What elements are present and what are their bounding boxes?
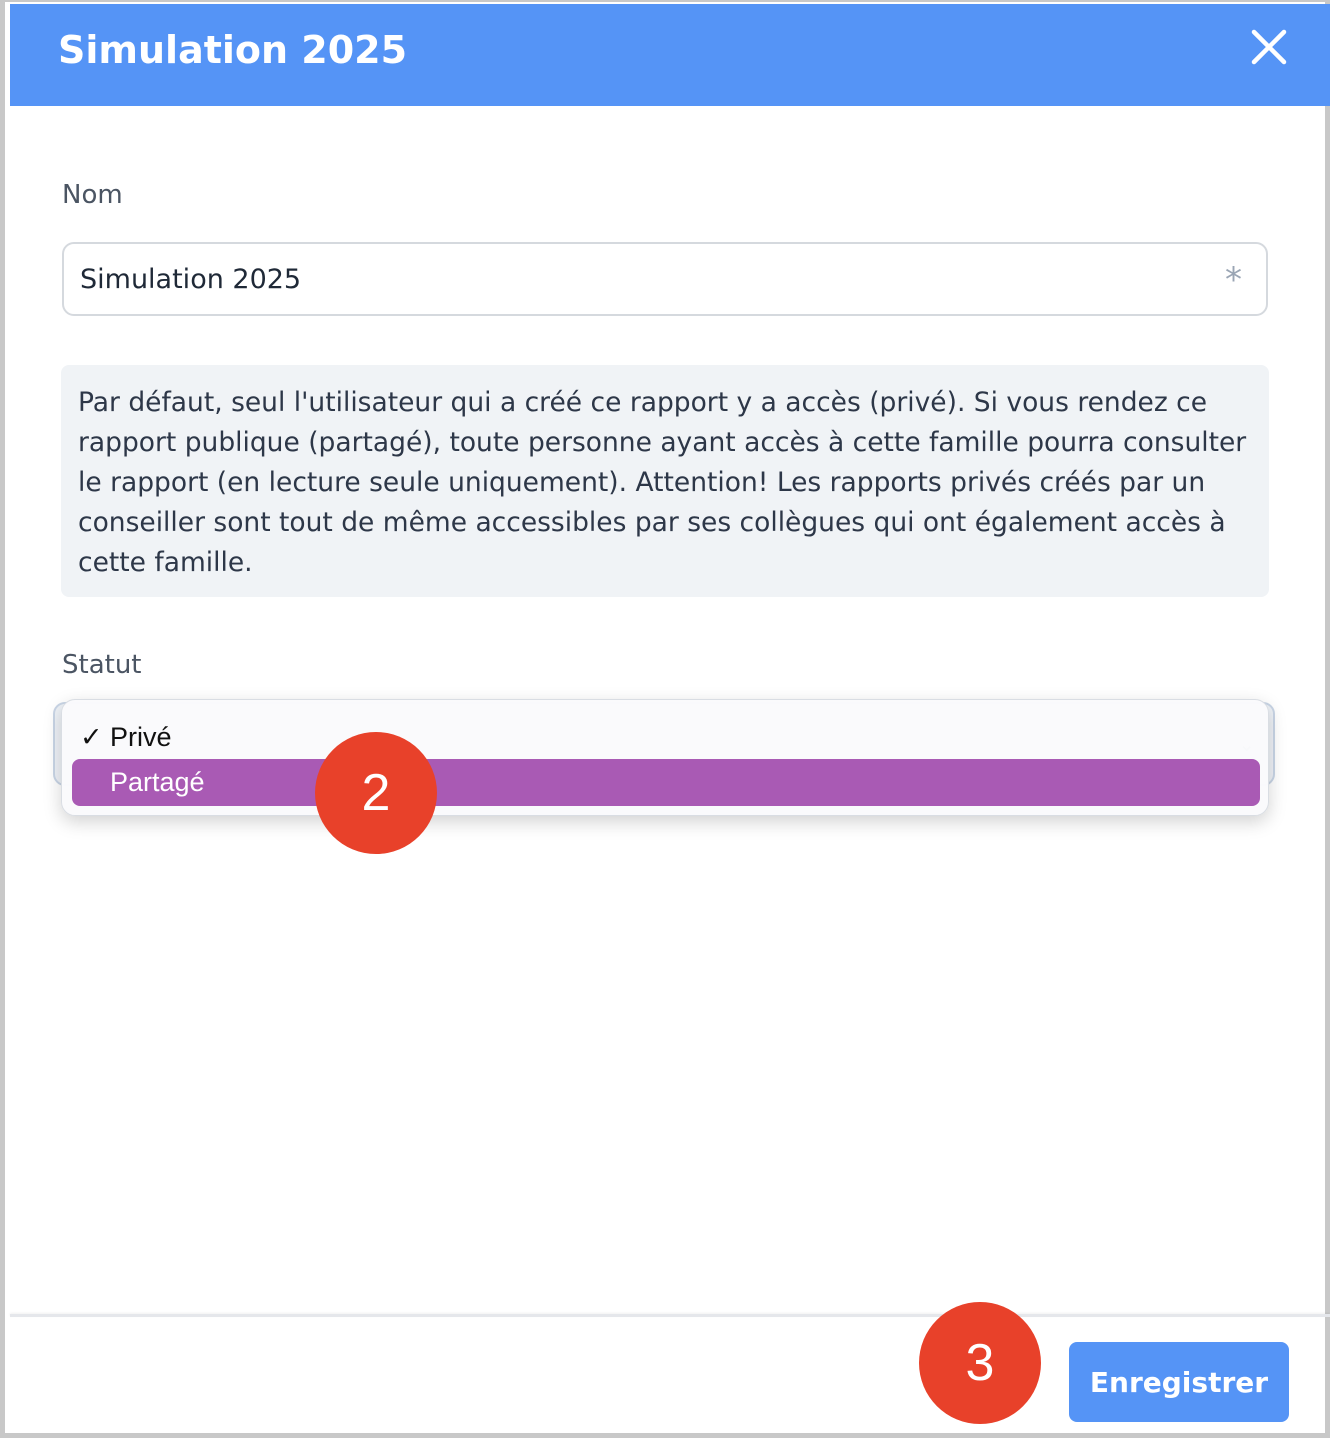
name-input-value[interactable]: Simulation 2025 [80, 262, 301, 298]
dialog-title: Simulation 2025 [58, 28, 408, 72]
step-badge-3: 3 [919, 1302, 1041, 1424]
report-dialog: Simulation 2025 Nom Simulation 2025 * Pa… [0, 0, 1330, 1438]
close-button[interactable] [1248, 26, 1290, 68]
visibility-info-text: Par défaut, seul l'utilisateur qui a cré… [78, 387, 1247, 578]
status-option-prive-label: Privé [110, 722, 172, 752]
status-option-prive[interactable]: ✓ Privé [80, 718, 172, 756]
name-input[interactable]: Simulation 2025 * [62, 242, 1268, 316]
footer-divider [10, 1314, 1330, 1317]
close-icon [1251, 29, 1287, 65]
checkmark-icon: ✓ [80, 722, 103, 752]
name-label: Nom [62, 180, 123, 210]
status-dropdown-menu: ✓ Privé Partagé [61, 699, 1269, 816]
status-label: Statut [62, 650, 142, 680]
visibility-info-box: Par défaut, seul l'utilisateur qui a cré… [61, 365, 1269, 597]
save-button[interactable]: Enregistrer [1069, 1342, 1289, 1422]
status-option-partage[interactable]: Partagé [72, 759, 1260, 806]
step-badge-2: 2 [315, 732, 437, 854]
required-asterisk-icon: * [1225, 260, 1242, 300]
status-option-partage-label: Partagé [110, 767, 205, 797]
dialog-header: Simulation 2025 [10, 4, 1330, 106]
